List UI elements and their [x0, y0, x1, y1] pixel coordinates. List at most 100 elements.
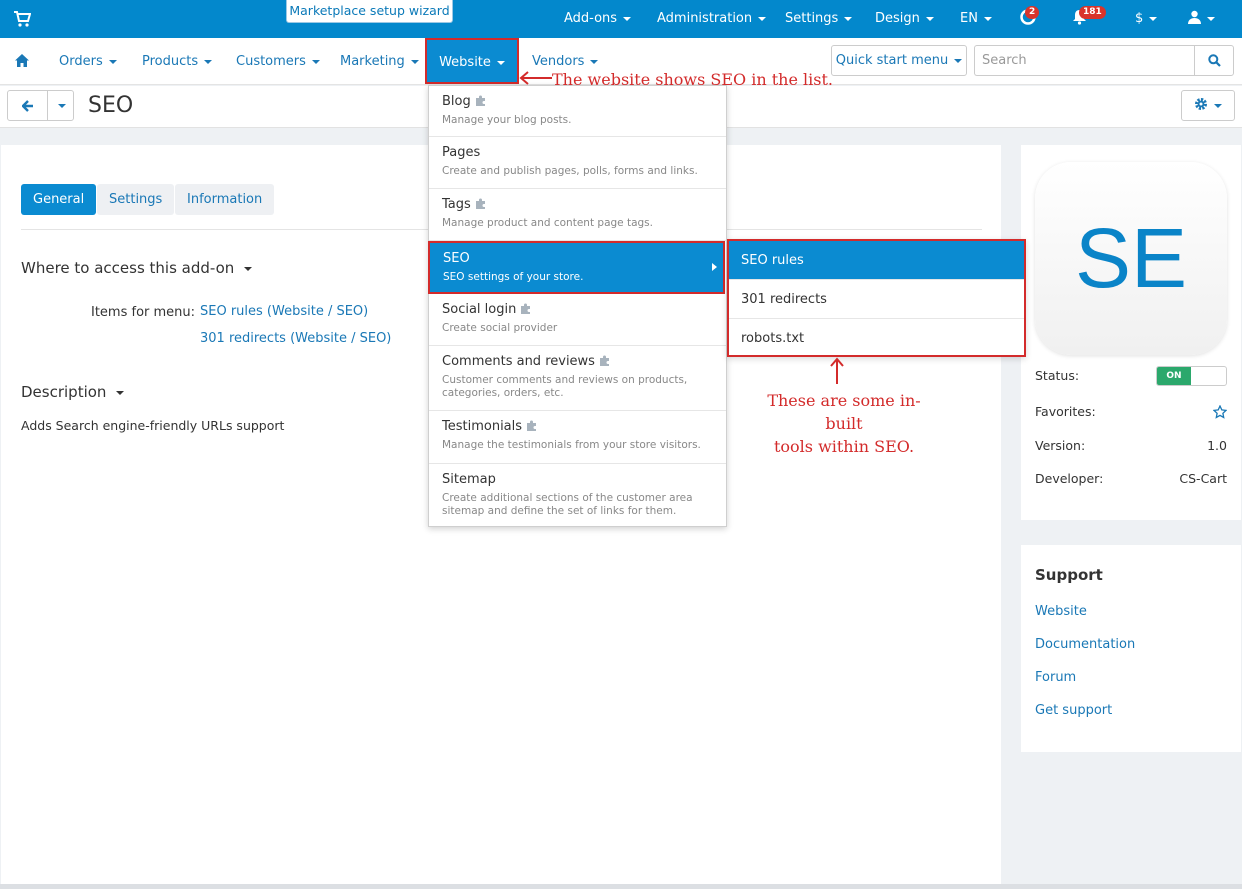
description-section-heading[interactable]: Description: [21, 383, 125, 401]
menu-item-description: Manage your blog posts.: [442, 114, 572, 126]
star-icon[interactable]: [1213, 405, 1227, 419]
support-forum-link[interactable]: Forum: [1035, 670, 1076, 685]
menu-item-description: Manage product and content page tags.: [442, 217, 653, 229]
annotation-tools-line1: These are some in-built: [767, 391, 921, 433]
gear-icon: [1195, 98, 1207, 110]
settings-gear-button[interactable]: [1181, 90, 1235, 121]
bottom-edge: [0, 884, 1242, 889]
menu-item-blog[interactable]: Blog Manage your blog posts.: [429, 86, 726, 137]
menu-item-label: Sitemap: [442, 472, 496, 487]
menu-item-seo[interactable]: SEO SEO settings of your store.: [428, 241, 725, 294]
support-documentation-link[interactable]: Documentation: [1035, 637, 1135, 652]
puzzle-icon: [599, 355, 609, 366]
menu-item-description: Create social provider: [442, 322, 558, 334]
menu-item-comments-reviews[interactable]: Comments and reviews Customer comments a…: [429, 346, 726, 411]
arrow-left-icon: [22, 100, 33, 112]
annotation-tools-line2: tools within SEO.: [773, 437, 915, 456]
puzzle-icon: [475, 198, 485, 209]
nav-customers[interactable]: Customers: [236, 38, 320, 85]
submenu-item-robots-txt[interactable]: robots.txt: [729, 319, 1024, 358]
quick-start-menu-button[interactable]: Quick start menu: [831, 45, 967, 76]
status-label: Status:: [1035, 368, 1080, 383]
submenu-item-seo-rules[interactable]: SEO rules: [729, 241, 1024, 280]
nav-administration[interactable]: Administration: [657, 0, 767, 38]
menu-item-description: Create additional sections of the custom…: [442, 492, 693, 517]
nav-settings[interactable]: Settings: [785, 0, 853, 38]
seo-submenu: SEO rules 301 redirects robots.txt: [727, 239, 1026, 357]
nav-addons[interactable]: Add-ons: [564, 0, 632, 38]
menu-item-description: SEO settings of your store.: [443, 271, 584, 283]
nav-products[interactable]: Products: [142, 38, 213, 85]
menu-item-description: Create and publish pages, polls, forms a…: [442, 165, 698, 177]
messages-badge: 181: [1079, 6, 1106, 19]
annotation-website-note: The website shows SEO in the list.: [552, 70, 833, 89]
developer-row: Developer: CS-Cart: [1035, 471, 1227, 486]
notification-badge: 2: [1025, 6, 1040, 19]
menu-item-label: Comments and reviews: [442, 354, 595, 369]
cart-icon[interactable]: [13, 10, 31, 28]
top-bar: Add-ons Administration Settings Design E…: [0, 0, 1242, 38]
version-value: 1.0: [1207, 438, 1227, 453]
tab-settings[interactable]: Settings: [97, 184, 175, 215]
back-dropdown-button[interactable]: [47, 90, 74, 121]
description-text: Adds Search engine-friendly URLs support: [21, 418, 285, 433]
developer-label: Developer:: [1035, 471, 1104, 486]
status-on-label: ON: [1157, 367, 1191, 385]
tab-general[interactable]: General: [21, 184, 97, 215]
addon-logo: SE: [1035, 162, 1227, 355]
nav-website[interactable]: Website: [425, 38, 519, 84]
annotation-arrow-left: [519, 71, 552, 85]
menu-item-sitemap[interactable]: Sitemap Create additional sections of th…: [429, 464, 726, 526]
menu-item-label: SEO: [443, 251, 470, 266]
back-button[interactable]: [7, 90, 48, 121]
access-section-heading[interactable]: Where to access this add-on: [21, 259, 253, 277]
items-for-menu-label: Items for menu:: [91, 305, 196, 320]
tab-information[interactable]: Information: [175, 184, 275, 215]
support-website-link[interactable]: Website: [1035, 604, 1087, 619]
nav-design[interactable]: Design: [875, 0, 934, 38]
favorites-row: Favorites:: [1035, 404, 1227, 419]
search-icon: [1208, 54, 1221, 67]
menu-item-description: Customer comments and reviews on product…: [442, 374, 688, 399]
seo-rules-link[interactable]: SEO rules (Website / SEO): [200, 304, 368, 319]
search-button[interactable]: [1194, 45, 1234, 76]
submenu-item-301-redirects[interactable]: 301 redirects: [729, 280, 1024, 319]
marketplace-setup-wizard-button[interactable]: Marketplace setup wizard: [286, 0, 453, 23]
menu-item-description: Manage the testimonials from your store …: [442, 439, 701, 451]
menu-item-social-login[interactable]: Social login Create social provider: [429, 294, 726, 346]
menu-item-label: Social login: [442, 302, 517, 317]
user-menu[interactable]: [1188, 0, 1215, 38]
annotation-arrow-up: [830, 357, 844, 384]
menu-item-label: Testimonials: [442, 419, 523, 434]
puzzle-icon: [527, 420, 537, 431]
user-icon: [1188, 10, 1201, 24]
support-panel: Support Website Documentation Forum Get …: [1021, 545, 1241, 752]
menu-item-label: Pages: [442, 145, 481, 160]
get-support-link[interactable]: Get support: [1035, 703, 1112, 718]
menu-item-tags[interactable]: Tags Manage product and content page tag…: [429, 189, 726, 241]
language-selector[interactable]: EN: [960, 0, 992, 38]
nav-orders[interactable]: Orders: [59, 38, 117, 85]
puzzle-icon: [521, 303, 531, 314]
menu-item-testimonials[interactable]: Testimonials Manage the testimonials fro…: [429, 411, 726, 464]
home-icon[interactable]: [15, 54, 29, 67]
version-label: Version:: [1035, 438, 1086, 453]
menu-item-pages[interactable]: Pages Create and publish pages, polls, f…: [429, 137, 726, 189]
search-input[interactable]: [974, 45, 1195, 76]
page-title: SEO: [88, 93, 134, 118]
support-heading: Support: [1035, 566, 1103, 584]
status-row: Status: ON: [1035, 366, 1227, 386]
menu-item-label: Tags: [442, 197, 471, 212]
version-row: Version: 1.0: [1035, 438, 1227, 453]
puzzle-icon: [475, 95, 485, 106]
currency-selector[interactable]: $: [1135, 0, 1158, 38]
nav-marketing[interactable]: Marketing: [340, 38, 419, 85]
chevron-right-icon: [712, 263, 717, 271]
redirects-link[interactable]: 301 redirects (Website / SEO): [200, 331, 391, 346]
annotation-tools-note: These are some in-built tools within SEO…: [754, 389, 934, 458]
website-dropdown-menu: Blog Manage your blog posts. Pages Creat…: [428, 85, 727, 527]
menu-item-label: Blog: [442, 94, 471, 109]
addon-info-panel: SE Status: ON Favorites: Version: 1.0 De…: [1021, 145, 1241, 520]
status-toggle[interactable]: ON: [1156, 366, 1227, 386]
developer-value: CS-Cart: [1179, 471, 1227, 486]
